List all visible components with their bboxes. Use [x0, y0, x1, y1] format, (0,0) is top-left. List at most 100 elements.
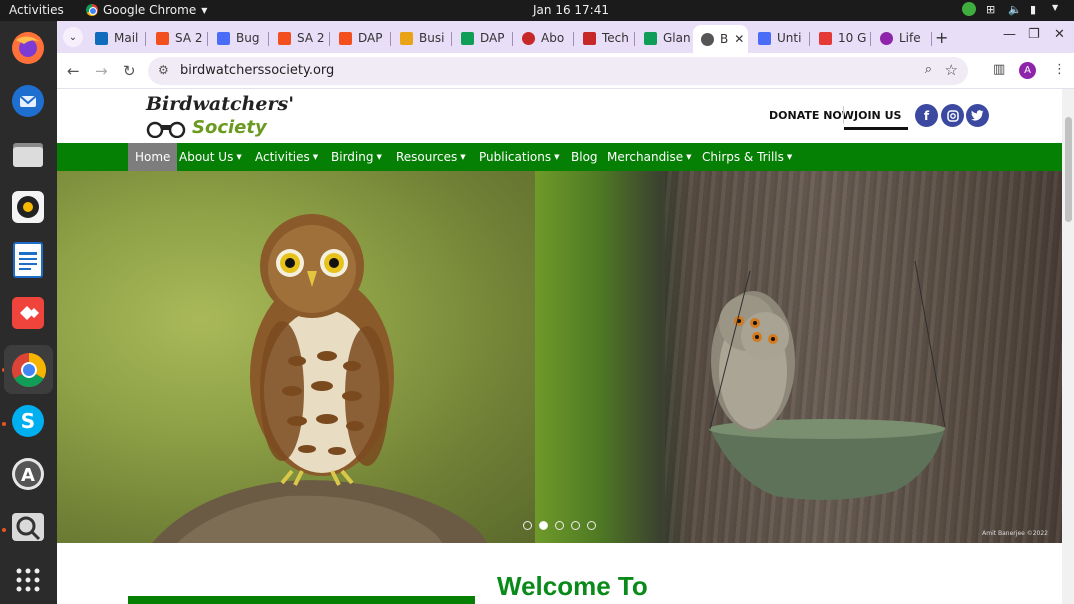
- nav-chirps-trills[interactable]: Chirps & Trills ▼: [695, 143, 799, 171]
- dock-app-grid[interactable]: [8, 560, 48, 600]
- nav-label: Chirps & Trills: [702, 150, 784, 164]
- minimize-icon[interactable]: —: [1003, 27, 1016, 42]
- binoculars-icon: [146, 121, 186, 138]
- anydesk-icon: [12, 297, 44, 329]
- back-arrow-icon[interactable]: ←: [67, 62, 80, 80]
- tab-title: Unti: [777, 31, 802, 45]
- caret-down-icon: ▼: [460, 153, 466, 161]
- dock-firefox[interactable]: [8, 28, 48, 68]
- tab-favicon-icon: [156, 31, 169, 45]
- tab[interactable]: Mail: [87, 25, 142, 51]
- zoom-icon[interactable]: ⌕: [925, 62, 932, 77]
- tab[interactable]: SA 2: [270, 25, 328, 51]
- instagram-icon[interactable]: [941, 104, 964, 127]
- rhythmbox-icon: [12, 191, 44, 223]
- tab[interactable]: Busi: [392, 25, 450, 51]
- running-indicator: [2, 528, 6, 532]
- caret-down-icon: ▼: [786, 153, 793, 161]
- page-scrollbar[interactable]: [1062, 89, 1074, 604]
- nav-about-us[interactable]: About Us ▼: [172, 143, 249, 171]
- new-tab-button[interactable]: +: [935, 28, 948, 47]
- nav-label: Resources: [396, 150, 458, 164]
- system-tray[interactable]: ⊞ 🔈 ▮ ▼: [962, 2, 1064, 16]
- tab[interactable]: Bug: [209, 25, 267, 51]
- nav-publications[interactable]: Publications ▼: [472, 143, 567, 171]
- nav-resources[interactable]: Resources ▼: [389, 143, 473, 171]
- app-menu[interactable]: Google Chrome ▼: [86, 3, 207, 17]
- tab-divider: [329, 32, 330, 46]
- nav-blog[interactable]: Blog: [564, 143, 605, 171]
- tab[interactable]: Unti: [750, 25, 808, 51]
- dock-chrome[interactable]: [4, 345, 53, 394]
- dock-software[interactable]: A: [8, 454, 48, 494]
- dock-skype[interactable]: S: [8, 401, 48, 441]
- main-navigation: Home About Us ▼ Activities ▼ Birding ▼ Reso…: [57, 143, 1062, 171]
- dock-writer[interactable]: [8, 240, 48, 280]
- carousel-dot[interactable]: [571, 521, 580, 530]
- app-grid-icon: [16, 568, 40, 592]
- profile-avatar[interactable]: A: [1019, 62, 1036, 79]
- reload-icon[interactable]: ↻: [123, 62, 136, 80]
- update-icon[interactable]: [962, 2, 976, 16]
- twitter-icon[interactable]: [966, 104, 989, 127]
- tab-title: DAP: [358, 31, 383, 45]
- forward-arrow-icon[interactable]: →: [95, 62, 108, 80]
- nav-label: Birding: [331, 150, 374, 164]
- hero-carousel[interactable]: Amit Banerjee ©2022: [57, 171, 1062, 543]
- chrome-icon: [86, 4, 98, 16]
- scrollbar-thumb[interactable]: [1065, 117, 1072, 222]
- tab-search-button[interactable]: ⌄: [63, 27, 83, 47]
- carousel-dot[interactable]: [587, 521, 596, 530]
- clock[interactable]: Jan 16 17:41: [533, 3, 609, 17]
- thunderbird-icon: [12, 85, 44, 117]
- activities-button[interactable]: Activities: [9, 3, 64, 17]
- donate-now-link[interactable]: DONATE NOW: [769, 109, 854, 122]
- tab[interactable]: SA 2: [148, 25, 205, 51]
- join-us-link[interactable]: JOIN US: [854, 109, 901, 122]
- caret-down-icon: ▼: [312, 153, 319, 161]
- close-window-icon[interactable]: ✕: [1054, 27, 1065, 42]
- dock-thunderbird[interactable]: [8, 81, 48, 121]
- close-tab-icon[interactable]: ✕: [734, 32, 744, 46]
- address-bar[interactable]: ⚙ birdwatcherssociety.org ⌕ ☆: [148, 57, 968, 85]
- tab[interactable]: DAP: [331, 25, 389, 51]
- tab-favicon-icon: [461, 31, 474, 45]
- side-panel-icon[interactable]: ▥: [993, 62, 1005, 77]
- tab-title: Glan: [663, 31, 691, 45]
- carousel-dot[interactable]: [523, 521, 532, 530]
- nav-home[interactable]: Home: [128, 143, 178, 171]
- bookmark-star-icon[interactable]: ☆: [945, 61, 958, 79]
- dock-rhythmbox[interactable]: [8, 187, 48, 227]
- site-info-icon[interactable]: ⚙: [158, 63, 169, 77]
- chevron-down-icon: ▼: [1052, 3, 1059, 12]
- carousel-dot-active[interactable]: [539, 521, 548, 530]
- tab[interactable]: Abo: [514, 25, 572, 51]
- carousel-dot[interactable]: [555, 521, 564, 530]
- tab-title: Busi: [419, 31, 445, 45]
- tab-favicon-icon: [339, 31, 352, 45]
- browser-toolbar: ← → ↻ ⚙ birdwatcherssociety.org ⌕ ☆ ▥ A …: [57, 53, 1074, 89]
- dock-files[interactable]: [8, 134, 48, 174]
- chrome-icon: [11, 352, 46, 387]
- url-text[interactable]: birdwatcherssociety.org: [180, 63, 334, 78]
- dock-screenshot[interactable]: [8, 507, 48, 547]
- tab[interactable]: DAP: [453, 25, 511, 51]
- tab[interactable]: Tech: [575, 25, 633, 51]
- nav-activities[interactable]: Activities ▼: [248, 143, 325, 171]
- tab[interactable]: Life: [872, 25, 930, 51]
- logo-line1: Birdwatchers': [146, 93, 295, 115]
- nav-merchandise[interactable]: Merchandise ▼: [600, 143, 699, 171]
- tab-favicon-icon: [522, 31, 535, 45]
- maximize-icon[interactable]: ❐: [1028, 27, 1040, 42]
- nav-birding[interactable]: Birding ▼: [324, 143, 389, 171]
- chevron-down-icon: ⌄: [68, 31, 78, 43]
- tab-active[interactable]: B ✕: [693, 25, 748, 53]
- site-logo[interactable]: Birdwatchers' Society: [130, 93, 294, 139]
- tab[interactable]: Glan: [636, 25, 691, 51]
- kebab-menu-icon[interactable]: ⋮: [1053, 62, 1066, 77]
- facebook-icon[interactable]: f: [915, 104, 938, 127]
- tab-title: Bug: [236, 31, 260, 45]
- tab[interactable]: 10 G: [811, 25, 869, 51]
- dock-anydesk[interactable]: [8, 293, 48, 333]
- battery-icon: ▮: [1030, 3, 1037, 16]
